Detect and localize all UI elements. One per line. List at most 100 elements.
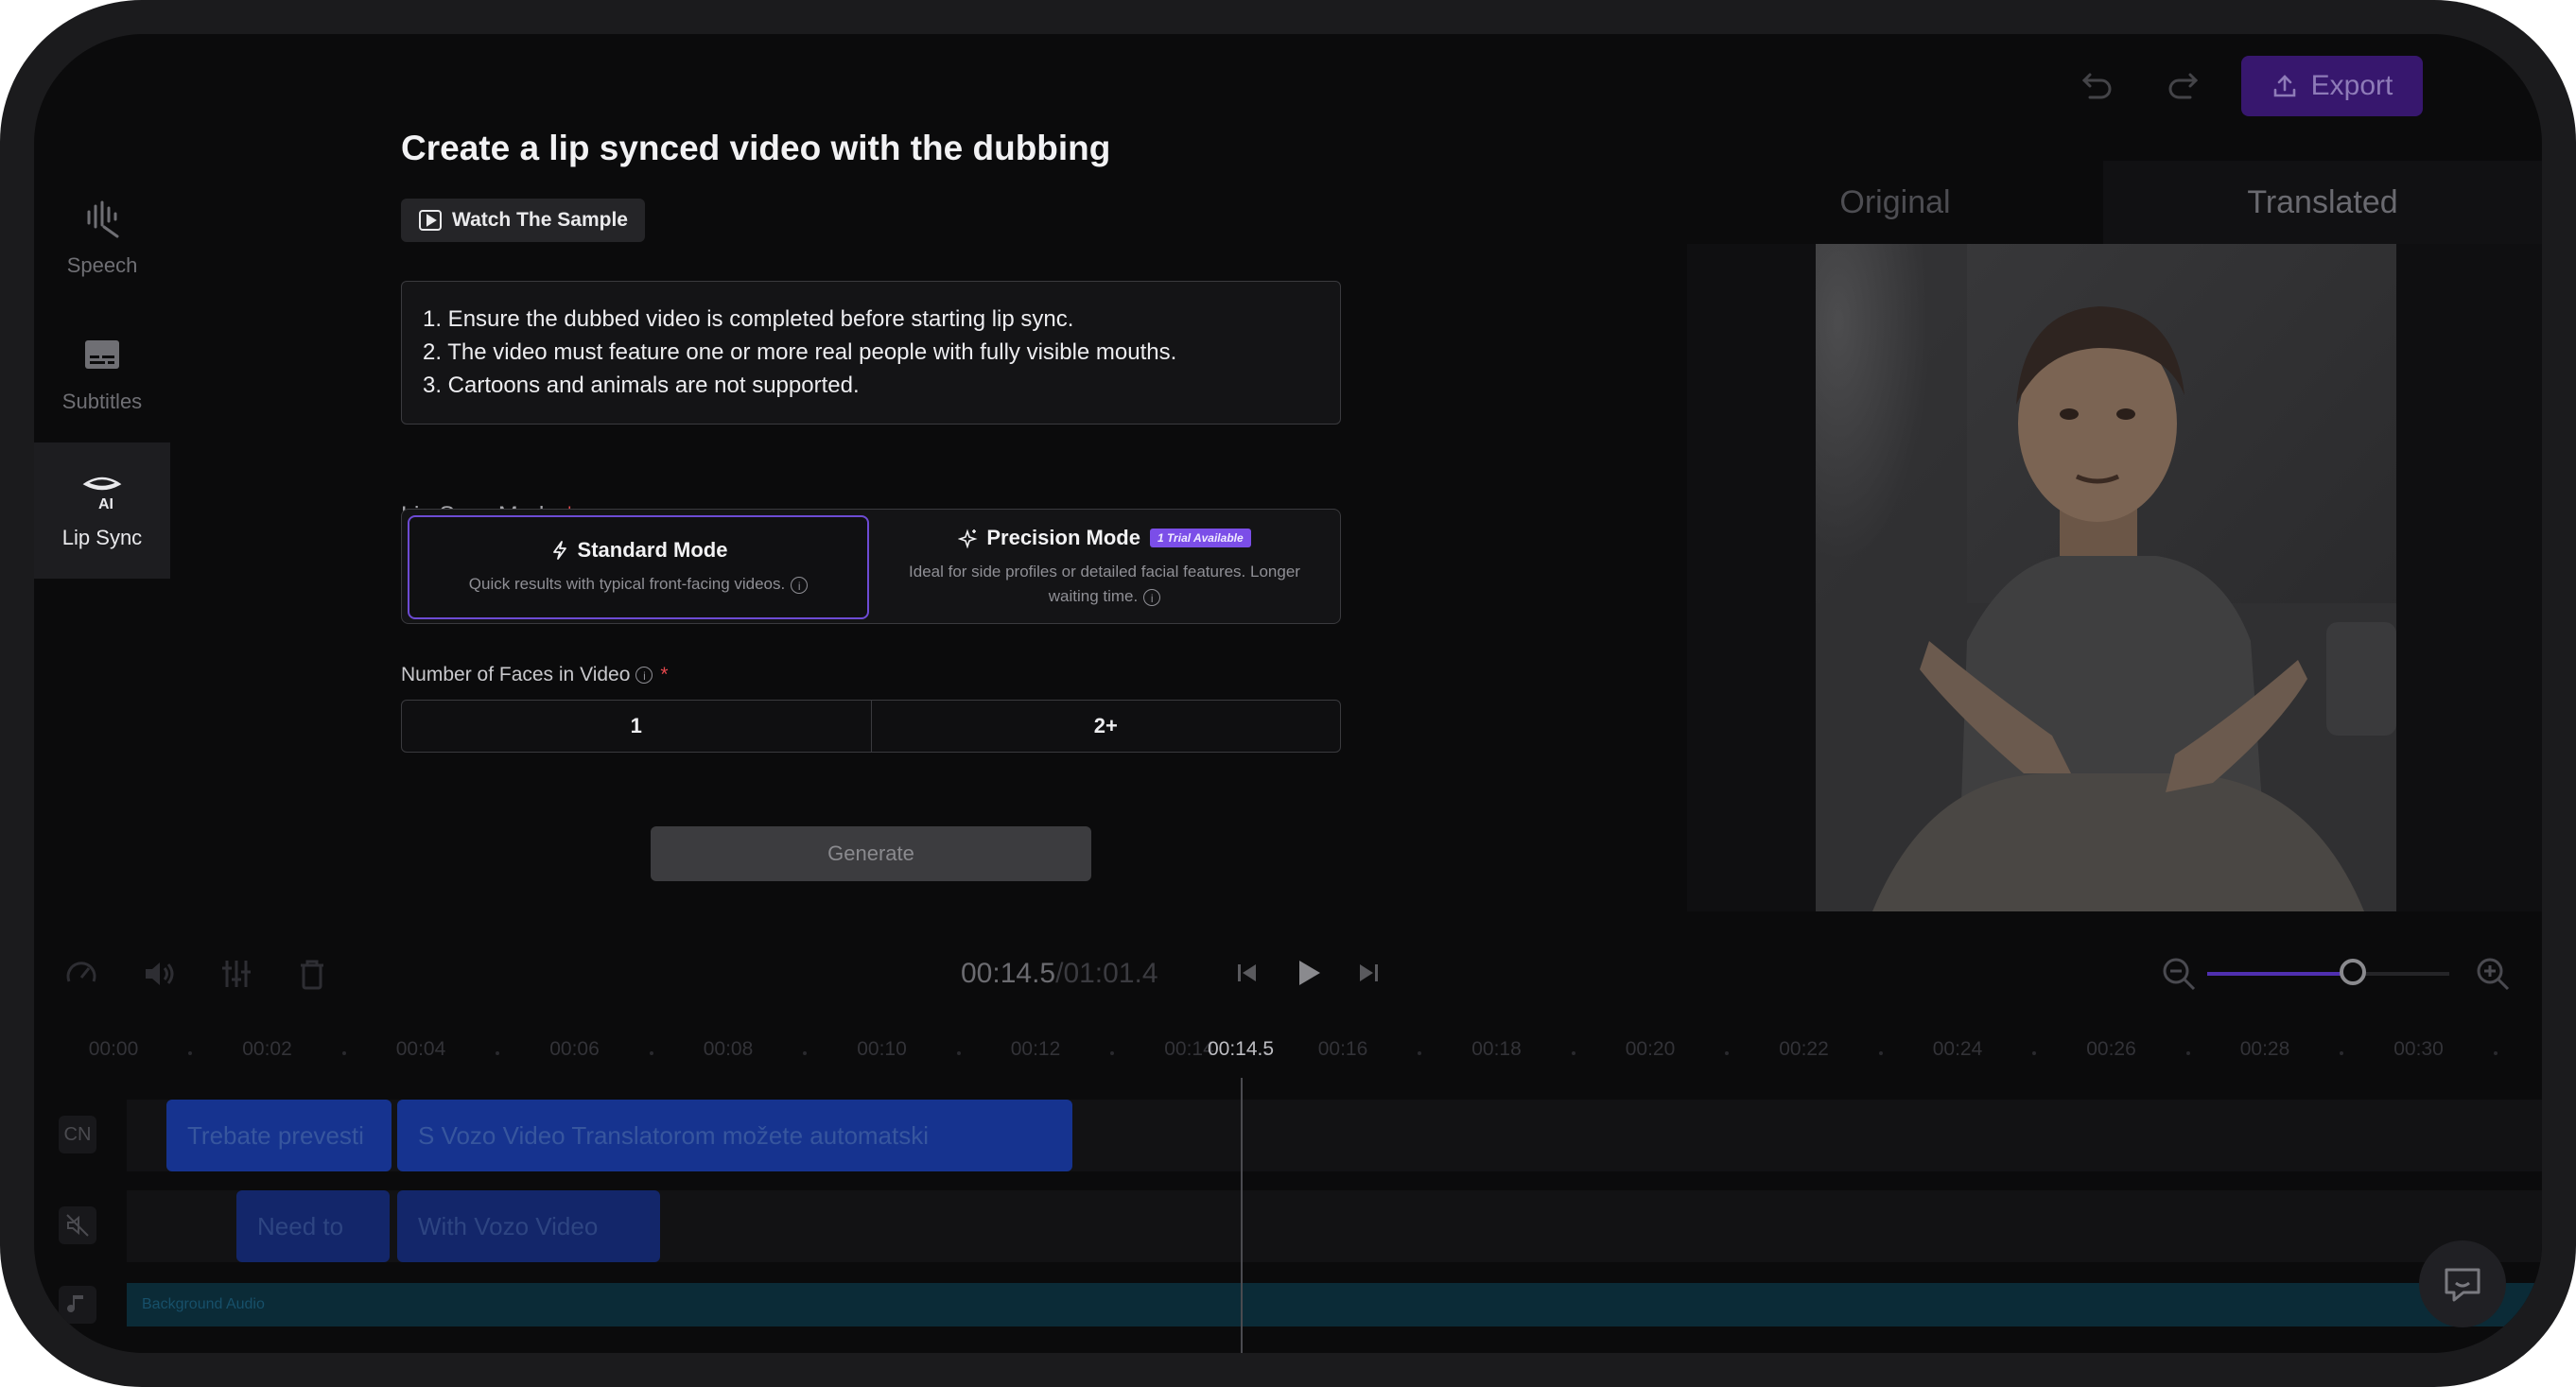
zoom-in-icon[interactable] — [2474, 955, 2512, 993]
requirements-box: 1. Ensure the dubbed video is completed … — [401, 281, 1341, 425]
redo-icon — [2168, 73, 2199, 99]
timeline-tick-dot — [1725, 1051, 1730, 1055]
timeline-tick-dot — [956, 1051, 961, 1055]
faces-option-1[interactable]: 1 — [402, 701, 871, 752]
redo-button[interactable] — [2156, 60, 2209, 113]
skip-forward-icon[interactable] — [1352, 957, 1384, 989]
timeline-tick-dot — [341, 1051, 346, 1055]
play-button[interactable] — [1290, 955, 1326, 991]
precision-mode-label: Precision Mode — [986, 526, 1140, 549]
standard-mode-desc-text: Quick results with typical front-facing … — [468, 575, 786, 593]
timeline-tick: 00:04 — [395, 1038, 446, 1060]
timeline-tick-dot — [2340, 1051, 2344, 1055]
tab-translated[interactable]: Translated — [2103, 161, 2542, 244]
subtitle-clip[interactable]: Trebate prevesti — [166, 1100, 392, 1171]
lip-sync-mode-selector: Standard Mode Quick results with typical… — [401, 509, 1341, 624]
watch-sample-label: Watch The Sample — [452, 209, 628, 231]
lightning-icon — [552, 541, 566, 560]
track-language-label: CN — [59, 1116, 96, 1153]
standard-mode-desc: Quick results with typical front-facing … — [452, 572, 825, 597]
timeline-tick-dot — [1571, 1051, 1575, 1055]
precision-mode-desc-text: Ideal for side profiles or detailed faci… — [909, 563, 1300, 605]
standard-mode-title: Standard Mode — [549, 538, 727, 563]
timeline-tick-dot — [1418, 1051, 1422, 1055]
trial-badge: 1 Trial Available — [1149, 529, 1251, 547]
track-muted-label[interactable] — [59, 1206, 96, 1244]
export-label: Export — [2310, 70, 2393, 101]
total-time: 01:01.4 — [1063, 958, 1158, 989]
device-frame: Speech Subtitles AI Lip Sync Export Crea… — [0, 0, 2576, 1387]
svg-text:AI: AI — [98, 496, 113, 512]
sidebar-item-subtitles[interactable]: Subtitles — [34, 306, 170, 442]
playhead[interactable] — [1241, 1078, 1243, 1353]
generate-button[interactable]: Generate — [651, 826, 1091, 881]
original-clip[interactable]: With Vozo Video — [397, 1190, 660, 1262]
tab-original[interactable]: Original — [1687, 161, 2103, 244]
chat-icon — [2445, 1268, 2480, 1302]
mixer-icon[interactable] — [219, 957, 253, 991]
precision-mode-option[interactable]: Precision Mode 1 Trial Available Ideal f… — [873, 515, 1336, 619]
skip-back-icon[interactable] — [1231, 957, 1263, 989]
video-frame[interactable] — [1816, 244, 2396, 911]
time-separator: / — [1055, 958, 1064, 989]
required-mark: * — [660, 664, 669, 685]
app-screen: Speech Subtitles AI Lip Sync Export Crea… — [34, 34, 2542, 1353]
timeline-tick: 00:06 — [549, 1038, 600, 1060]
sidebar: Speech Subtitles AI Lip Sync — [34, 170, 170, 579]
timeline-ruler[interactable]: 00:00 00:02 00:04 00:06 00:08 00:10 00:12 00:14… — [34, 1038, 2542, 1070]
volume-icon[interactable] — [142, 957, 176, 991]
sidebar-item-lip-sync[interactable]: AI Lip Sync — [34, 442, 170, 579]
timeline-tick-dot — [2185, 1051, 2190, 1055]
play-icon — [419, 210, 443, 231]
zoom-slider-handle[interactable] — [2339, 959, 2366, 985]
zoom-out-icon[interactable] — [2160, 955, 2198, 993]
watch-sample-button[interactable]: Watch The Sample — [401, 199, 645, 242]
timeline-tick: 00:08 — [703, 1038, 754, 1060]
timeline-tick: 00:00 — [88, 1038, 139, 1060]
timeline-tick-dot — [496, 1051, 500, 1055]
background-audio-track[interactable]: Background Audio — [127, 1283, 2542, 1326]
timeline-tick: 00:22 — [1779, 1038, 1829, 1060]
info-icon[interactable]: i — [791, 576, 809, 594]
undo-icon — [2081, 73, 2112, 99]
info-icon[interactable]: i — [1143, 588, 1161, 606]
precision-mode-desc: Ideal for side profiles or detailed faci… — [873, 560, 1336, 609]
faces-option-2-plus[interactable]: 2+ — [870, 701, 1341, 752]
timeline-tick-dot — [649, 1051, 653, 1055]
subtitle-clip[interactable]: S Vozo Video Translatorom možete automat… — [397, 1100, 1072, 1171]
sidebar-item-label: Lip Sync — [61, 526, 143, 549]
subtitles-icon — [85, 340, 119, 369]
timeline-tick-dot — [2032, 1051, 2037, 1055]
timeline-tick: 00:12 — [1010, 1038, 1061, 1060]
zoom-slider-fill — [2207, 972, 2353, 976]
sidebar-item-label: Subtitles — [61, 390, 143, 413]
video-thumbnail — [1816, 244, 2396, 911]
info-icon[interactable]: i — [635, 667, 653, 685]
waveform-icon — [87, 200, 119, 238]
chat-support-button[interactable] — [2419, 1240, 2506, 1327]
music-note-icon — [67, 1295, 83, 1312]
trash-icon[interactable] — [295, 957, 329, 991]
sparkle-icon — [958, 529, 978, 548]
timeline-tick: 00:10 — [857, 1038, 907, 1060]
requirement-item: 1. Ensure the dubbed video is completed … — [423, 306, 1074, 332]
timeline-tick-dot — [2493, 1051, 2498, 1055]
standard-mode-option[interactable]: Standard Mode Quick results with typical… — [408, 515, 869, 619]
export-button[interactable]: Export — [2241, 56, 2423, 116]
time-display: 00:14.5 / 01:01.4 — [961, 940, 1158, 1008]
sidebar-item-speech[interactable]: Speech — [34, 170, 170, 306]
upload-icon — [2273, 75, 2295, 97]
timeline-tick: 00:16 — [1317, 1038, 1368, 1060]
timeline-tick: 00:02 — [242, 1038, 292, 1060]
original-clip[interactable]: Need to — [236, 1190, 390, 1262]
timeline-tick-dot — [188, 1051, 193, 1055]
timeline-tick-dot — [803, 1051, 808, 1055]
undo-button[interactable] — [2071, 60, 2124, 113]
timeline-tick: 00:14 — [1164, 1038, 1214, 1060]
lip-sync-ai-icon: AI — [82, 477, 122, 512]
zoom-slider[interactable] — [2207, 959, 2449, 985]
speed-icon[interactable] — [64, 957, 98, 991]
mute-icon — [66, 1214, 89, 1237]
timeline-tick: 00:20 — [1625, 1038, 1676, 1060]
sidebar-item-label: Speech — [66, 253, 138, 277]
